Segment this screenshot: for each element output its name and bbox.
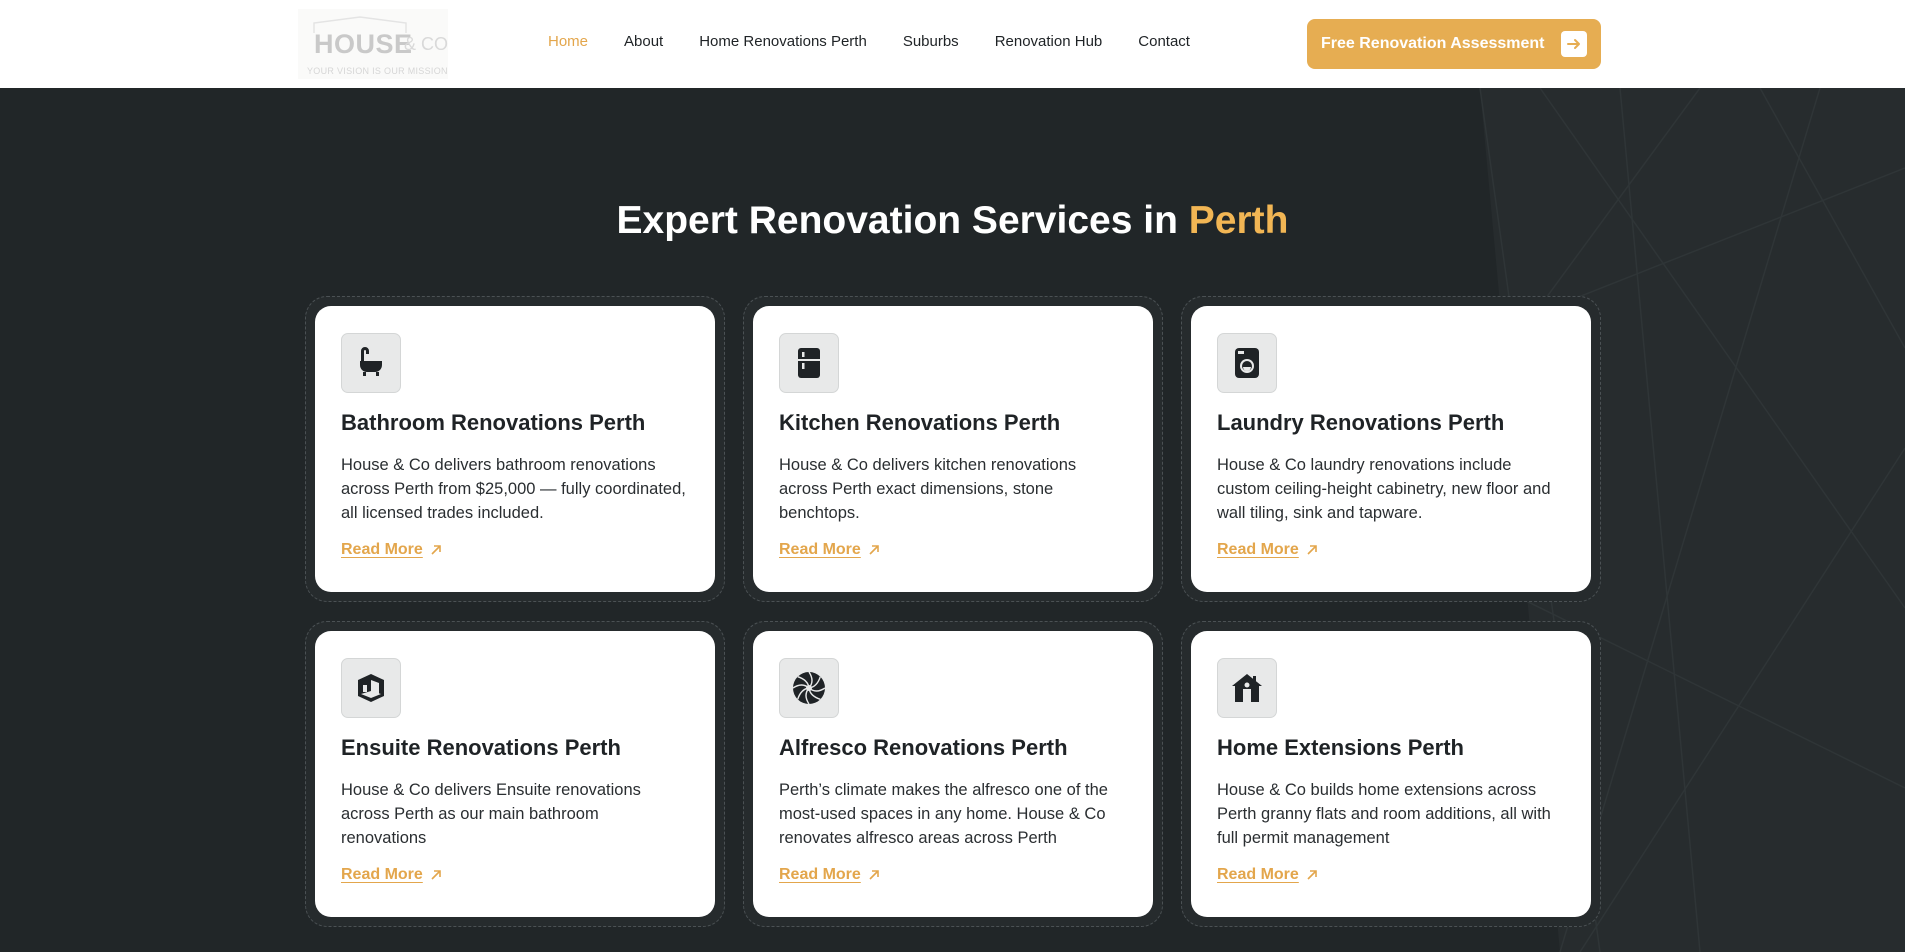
read-more-label: Read More (779, 541, 861, 558)
room-icon (341, 658, 401, 718)
logo-co-text: & CO (404, 34, 449, 54)
bathtub-icon (341, 333, 401, 393)
heading-main: Expert Renovation Services in (616, 199, 1178, 242)
card-title: Alfresco Renovations Perth (779, 735, 1068, 760)
nav-item-about[interactable]: About (624, 33, 663, 50)
service-card-kitchen: Kitchen Renovations Perth House & Co del… (753, 306, 1153, 592)
nav-item-suburbs[interactable]: Suburbs (903, 33, 959, 50)
card-title: Ensuite Renovations Perth (341, 735, 621, 760)
service-card-alfresco: Alfresco Renovations Perth Perth’s clima… (753, 631, 1153, 917)
aperture-icon (779, 658, 839, 718)
site-header: HOUSE & CO YOUR VISION IS OUR MISSION Ho… (0, 0, 1905, 88)
service-card-wrapper: Bathroom Renovations Perth House & Co de… (305, 296, 725, 602)
service-card-wrapper: Alfresco Renovations Perth Perth’s clima… (743, 621, 1163, 927)
logo[interactable]: HOUSE & CO YOUR VISION IS OUR MISSION (298, 9, 448, 79)
read-more-label: Read More (1217, 541, 1299, 558)
card-title: Laundry Renovations Perth (1217, 410, 1505, 435)
arrow-up-right-icon (430, 544, 442, 556)
service-card-wrapper: Kitchen Renovations Perth House & Co del… (743, 296, 1163, 602)
service-card-ensuite: Ensuite Renovations Perth House & Co del… (315, 631, 715, 917)
logo-tagline: YOUR VISION IS OUR MISSION (307, 66, 448, 76)
read-more-link[interactable]: Read More (1217, 541, 1318, 559)
nav-item-renovation-hub[interactable]: Renovation Hub (995, 33, 1103, 50)
read-more-link[interactable]: Read More (341, 866, 442, 884)
card-description: House & Co delivers bathroom renovations… (341, 456, 686, 522)
card-title: Bathroom Renovations Perth (341, 410, 646, 435)
arrow-up-right-icon (868, 869, 880, 881)
service-card-wrapper: Laundry Renovations Perth House & Co lau… (1181, 296, 1601, 602)
arrow-up-right-icon (868, 544, 880, 556)
read-more-label: Read More (779, 866, 861, 883)
read-more-label: Read More (341, 866, 423, 883)
card-description: House & Co delivers Ensuite renovations … (341, 781, 641, 847)
service-card-wrapper: Ensuite Renovations Perth House & Co del… (305, 621, 725, 927)
arrow-up-right-icon (1306, 869, 1318, 881)
arrow-up-right-icon (430, 869, 442, 881)
nav-item-contact[interactable]: Contact (1138, 33, 1190, 50)
read-more-link[interactable]: Read More (1217, 866, 1318, 884)
nav-item-home[interactable]: Home (548, 33, 588, 50)
read-more-link[interactable]: Read More (779, 866, 880, 884)
read-more-label: Read More (1217, 866, 1299, 883)
heading-accent: Perth (1188, 199, 1289, 242)
arrow-up-right-icon (1306, 544, 1318, 556)
arrow-right-icon (1561, 31, 1587, 57)
main-nav: Home About Home Renovations Perth Suburb… (548, 33, 1190, 50)
free-assessment-button[interactable]: Free Renovation Assessment (1307, 19, 1601, 69)
cta-label: Free Renovation Assessment (1321, 35, 1545, 52)
house-icon (1217, 658, 1277, 718)
card-description: House & Co delivers kitchen renovations … (779, 456, 1077, 522)
service-card-extensions: Home Extensions Perth House & Co builds … (1191, 631, 1591, 917)
card-description: House & Co laundry renovations include c… (1217, 456, 1551, 522)
card-title: Home Extensions Perth (1217, 735, 1464, 760)
service-card-laundry: Laundry Renovations Perth House & Co lau… (1191, 306, 1591, 592)
card-description: Perth’s climate makes the alfresco one o… (779, 781, 1108, 847)
fridge-icon (779, 333, 839, 393)
read-more-link[interactable]: Read More (341, 541, 442, 559)
read-more-label: Read More (341, 541, 423, 558)
card-description: House & Co builds home extensions across… (1217, 781, 1551, 847)
nav-item-home-renovations-perth[interactable]: Home Renovations Perth (699, 33, 867, 50)
logo-text: HOUSE (314, 29, 413, 59)
read-more-link[interactable]: Read More (779, 541, 880, 559)
service-card-bathroom: Bathroom Renovations Perth House & Co de… (315, 306, 715, 592)
card-title: Kitchen Renovations Perth (779, 410, 1061, 435)
section-heading: Expert Renovation Services in Perth (0, 199, 1905, 243)
washing-machine-icon (1217, 333, 1277, 393)
service-card-wrapper: Home Extensions Perth House & Co builds … (1181, 621, 1601, 927)
